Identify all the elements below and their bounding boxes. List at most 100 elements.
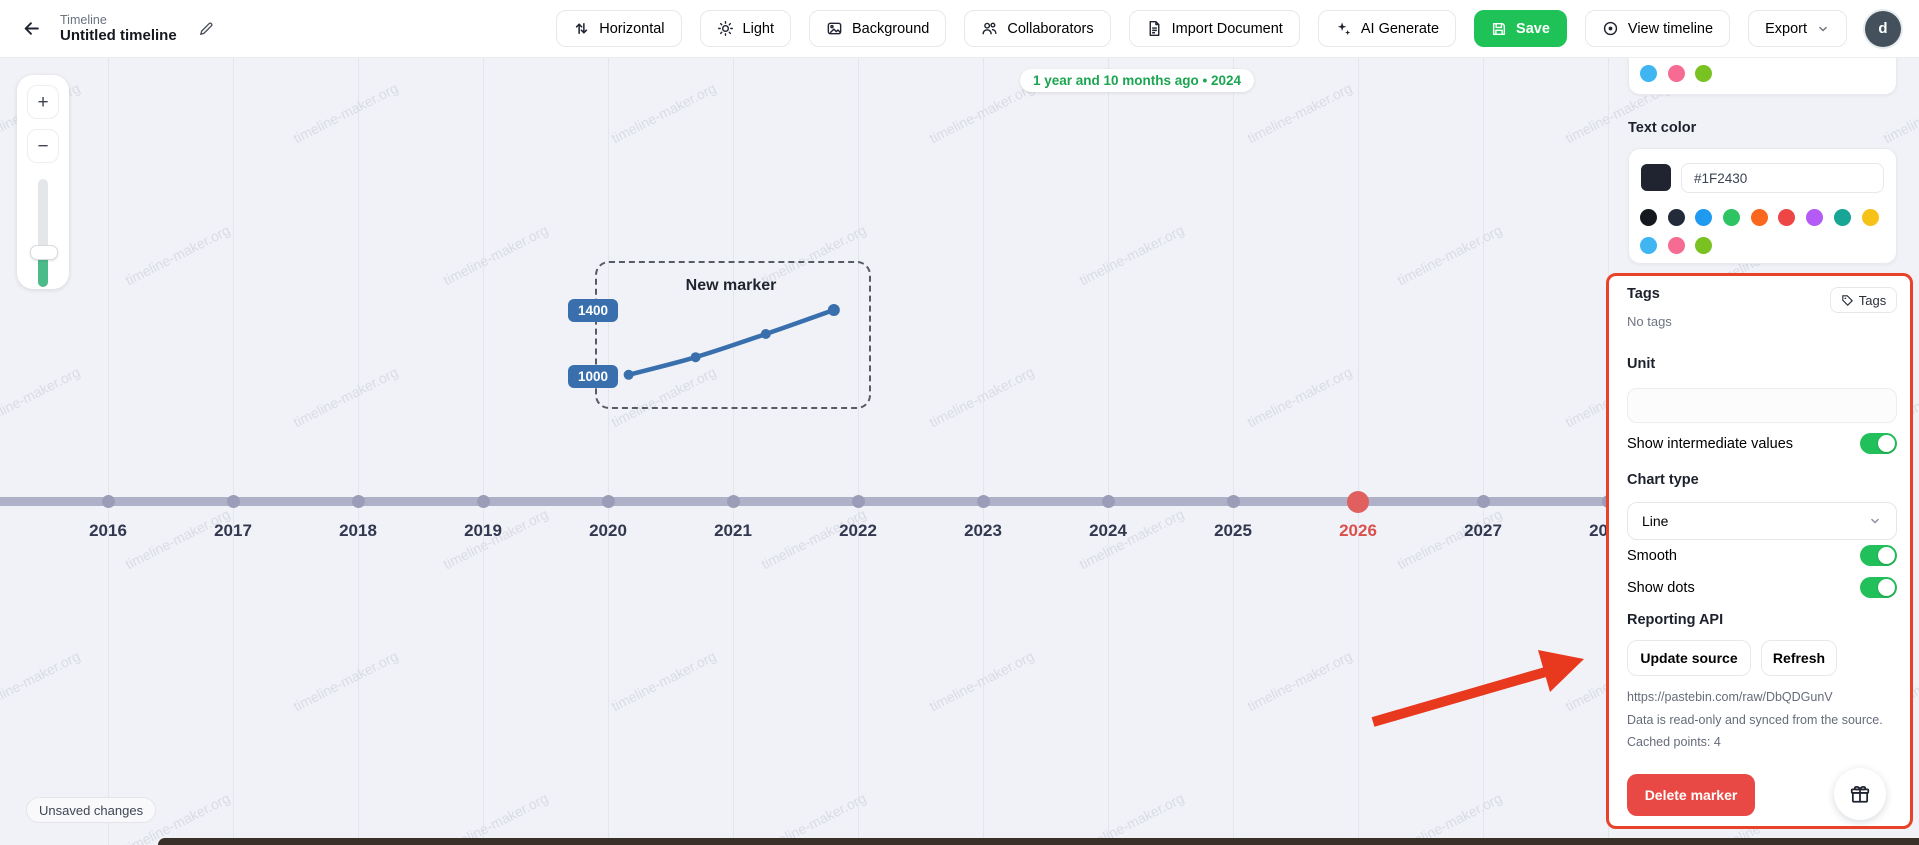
save-button[interactable]: Save bbox=[1474, 10, 1567, 47]
year-label: 2025 bbox=[1214, 521, 1252, 540]
theme-button[interactable]: Light bbox=[699, 10, 791, 47]
year-label: 2024 bbox=[1089, 521, 1127, 540]
selected-year-marker-dot[interactable] bbox=[1347, 490, 1369, 513]
tags-button[interactable]: Tags bbox=[1830, 287, 1897, 313]
background-button[interactable]: Background bbox=[808, 10, 947, 47]
gift-button[interactable] bbox=[1834, 768, 1886, 820]
rename-button[interactable] bbox=[191, 14, 221, 44]
zoom-out-button[interactable]: − bbox=[27, 129, 59, 163]
view-timeline-button[interactable]: View timeline bbox=[1584, 10, 1731, 47]
marker-color-palette bbox=[1640, 65, 1723, 87]
chart-point[interactable] bbox=[760, 329, 771, 339]
year-label: 2021 bbox=[714, 521, 752, 540]
year-gridline bbox=[357, 57, 359, 845]
year-dot bbox=[226, 495, 240, 508]
palette-color-dot[interactable] bbox=[1833, 209, 1851, 226]
chevron-down-icon bbox=[1819, 26, 1827, 32]
palette-color-dot[interactable] bbox=[1778, 209, 1796, 226]
palette-color-dot[interactable] bbox=[1667, 65, 1685, 82]
toggle-knob bbox=[1878, 435, 1895, 452]
watermark-text: timeline-maker.org bbox=[0, 363, 83, 431]
unit-label: Unit bbox=[1627, 356, 1656, 372]
sun-icon bbox=[717, 20, 733, 37]
zoom-panel: + − bbox=[17, 75, 69, 289]
year-gridline bbox=[1232, 57, 1234, 845]
watermark-text: timeline-maker.org bbox=[608, 79, 719, 147]
palette-color-dot[interactable] bbox=[1667, 209, 1685, 226]
show-dots-label: Show dots bbox=[1627, 580, 1695, 596]
unit-input[interactable] bbox=[1627, 388, 1897, 423]
watermark-text: timeline-maker.org bbox=[1244, 79, 1355, 147]
update-source-button[interactable]: Update source bbox=[1627, 640, 1751, 676]
chart-point[interactable] bbox=[690, 352, 701, 363]
palette-color-dot[interactable] bbox=[1640, 209, 1657, 226]
collaborators-button-label: Collaborators bbox=[1007, 20, 1094, 37]
palette-color-dot[interactable] bbox=[1640, 65, 1657, 82]
export-button-label: Export bbox=[1765, 20, 1807, 37]
year-dot bbox=[1476, 495, 1490, 508]
delete-marker-button[interactable]: Delete marker bbox=[1627, 774, 1755, 816]
show-intermediate-toggle[interactable] bbox=[1860, 433, 1897, 454]
show-intermediate-label: Show intermediate values bbox=[1627, 436, 1794, 452]
background-button-label: Background bbox=[851, 20, 930, 37]
palette-color-dot[interactable] bbox=[1667, 237, 1685, 254]
palette-color-dot[interactable] bbox=[1723, 209, 1741, 226]
year-gridline bbox=[732, 57, 734, 845]
readonly-note: Data is read-only and synced from the so… bbox=[1627, 713, 1883, 727]
palette-color-dot[interactable] bbox=[1695, 209, 1713, 226]
sparkles-icon bbox=[1337, 22, 1351, 36]
year-dot bbox=[1226, 495, 1240, 508]
watermark-text: timeline-maker.org bbox=[290, 647, 401, 715]
year-dot bbox=[851, 495, 865, 508]
year-gridline bbox=[857, 57, 859, 845]
year-gridline bbox=[107, 57, 109, 845]
refresh-button[interactable]: Refresh bbox=[1761, 640, 1837, 676]
marker-line-chart bbox=[623, 304, 840, 380]
toggle-knob bbox=[1878, 579, 1895, 596]
watermark-text: timeline-maker.org bbox=[440, 221, 551, 289]
year-gridline bbox=[1357, 57, 1359, 845]
chart-type-select[interactable]: Line bbox=[1627, 502, 1897, 540]
year-label: 2019 bbox=[464, 521, 502, 540]
app-name: Timeline bbox=[60, 12, 107, 27]
export-button[interactable]: Export bbox=[1748, 10, 1847, 47]
show-dots-toggle[interactable] bbox=[1860, 577, 1897, 598]
zoom-slider-thumb[interactable] bbox=[30, 245, 58, 260]
document-title: Untitled timeline bbox=[60, 27, 177, 45]
marker-settings-panel: Tags Tags No tags Unit Show intermediate… bbox=[1606, 273, 1913, 829]
view-icon bbox=[1603, 21, 1618, 36]
marker-title: New marker bbox=[685, 277, 777, 294]
chart-type-value: Line bbox=[1642, 513, 1669, 529]
avatar[interactable]: d bbox=[1865, 10, 1901, 47]
chart-point[interactable] bbox=[623, 369, 634, 380]
palette-color-dot[interactable] bbox=[1750, 209, 1768, 226]
watermark-text: timeline-maker.org bbox=[290, 79, 401, 147]
orientation-button[interactable]: Horizontal bbox=[556, 10, 682, 47]
collaborators-icon bbox=[982, 22, 997, 35]
palette-color-dot[interactable] bbox=[1695, 237, 1713, 254]
zoom-in-button[interactable]: + bbox=[27, 85, 59, 119]
cached-points: Cached points: 4 bbox=[1627, 735, 1721, 749]
palette-color-dot[interactable] bbox=[1861, 209, 1879, 226]
palette-color-dot[interactable] bbox=[1695, 65, 1713, 82]
chart-point[interactable] bbox=[827, 304, 840, 316]
smooth-toggle[interactable] bbox=[1860, 545, 1897, 566]
year-dot bbox=[351, 495, 365, 508]
text-color-palette-row2 bbox=[1640, 237, 1723, 259]
collaborators-button[interactable]: Collaborators bbox=[964, 10, 1111, 47]
watermark-text: timeline-maker.org bbox=[758, 789, 869, 845]
document-title-block: Timeline Untitled timeline bbox=[60, 13, 177, 45]
watermark-text: timeline-maker.org bbox=[1394, 221, 1505, 289]
ai-generate-button[interactable]: AI Generate bbox=[1317, 10, 1457, 47]
no-tags-text: No tags bbox=[1627, 314, 1672, 329]
import-document-button[interactable]: Import Document bbox=[1128, 10, 1300, 47]
text-color-input[interactable] bbox=[1681, 163, 1884, 193]
back-button[interactable] bbox=[16, 14, 46, 44]
year-gridline bbox=[482, 57, 484, 845]
image-icon bbox=[827, 22, 842, 35]
text-color-swatch[interactable] bbox=[1641, 164, 1671, 191]
palette-color-dot[interactable] bbox=[1806, 209, 1824, 226]
palette-color-dot[interactable] bbox=[1640, 237, 1657, 254]
year-label: 2022 bbox=[839, 521, 877, 540]
watermark-text: timeline-maker.org bbox=[0, 647, 83, 715]
